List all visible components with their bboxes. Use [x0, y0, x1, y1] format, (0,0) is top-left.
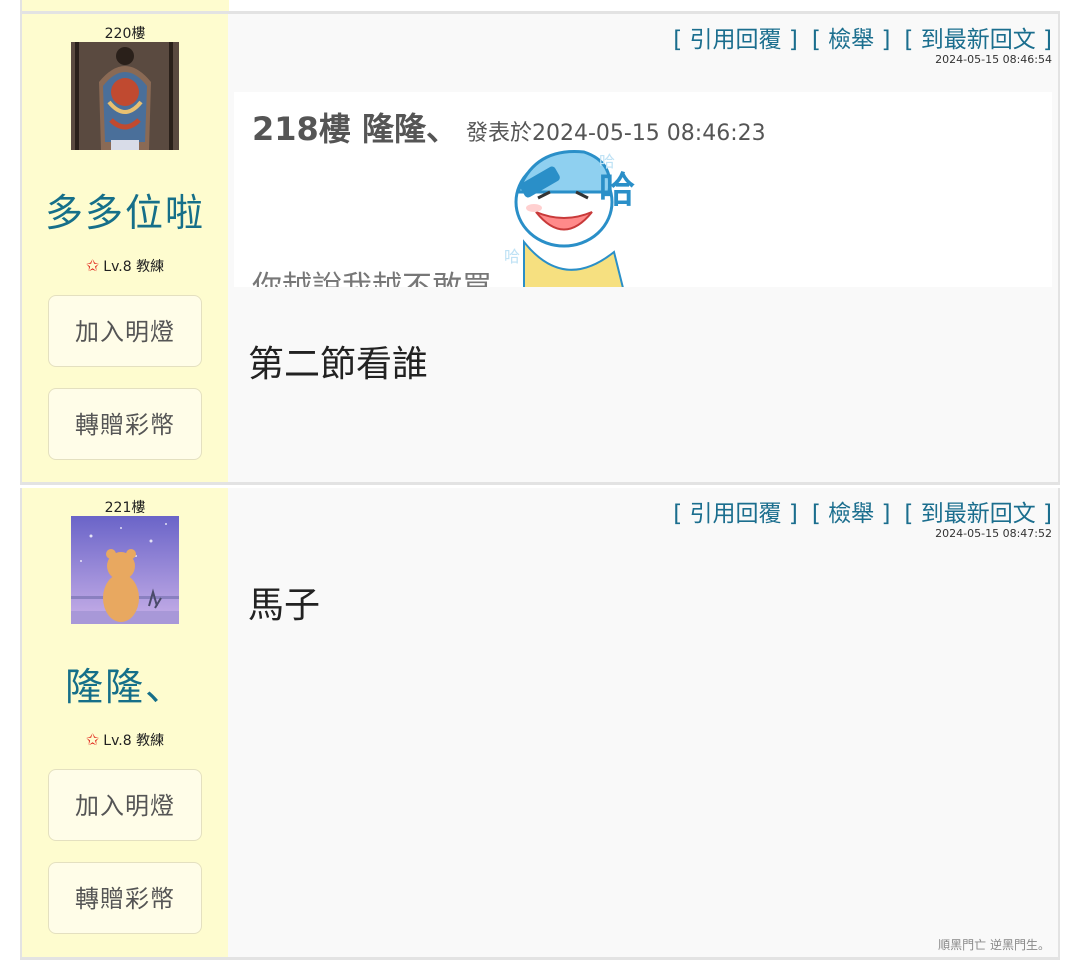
avatar[interactable]	[71, 516, 179, 624]
user-level: ✩ Lv.8 教練	[22, 256, 228, 276]
user-level-text: Lv.8 教練	[103, 259, 165, 275]
latest-reply-link[interactable]: [ 到最新回文 ]	[904, 27, 1052, 53]
star-icon: ✩	[85, 256, 100, 275]
quote-reply-link[interactable]: [ 引用回覆 ]	[673, 501, 798, 527]
user-sidebar: 220樓 多多位啦 ✩ Lv.8 教練 加入明燈 轉贈彩幣	[22, 14, 228, 482]
post-content: 馬子	[248, 585, 321, 626]
svg-text:哈: 哈	[599, 152, 615, 171]
post-221: 221樓 隆隆、 ✩ Lv.8 教練 加入明燈 轉贈彩幣 [引用回覆] […	[20, 488, 1060, 960]
previous-post-bottom	[20, 0, 1060, 14]
quote-floor-user: 218樓 隆隆、	[252, 110, 458, 148]
post-timestamp: 2024-05-15 08:47:52	[935, 527, 1052, 540]
username[interactable]: 多多位啦	[22, 182, 228, 237]
user-level-text: Lv.8 教練	[103, 733, 165, 749]
post-220: 220樓 多多位啦 ✩ Lv.8 教練 加入明燈 轉贈彩幣 [ 引用回覆 ] [ 檢…	[20, 14, 1060, 485]
report-link[interactable]: [ 檢舉 ]	[812, 501, 891, 527]
floor-number: 221樓	[104, 500, 146, 516]
user-signature: 順黑門亡 逆黑門生。	[938, 938, 1050, 952]
user-sidebar: 221樓 隆隆、 ✩ Lv.8 教練 加入明燈 轉贈彩幣	[22, 488, 228, 957]
svg-text:哈: 哈	[599, 170, 635, 211]
latest-reply-link[interactable]: [ 到最新回文 ]	[904, 501, 1052, 527]
add-lamp-button[interactable]: 加入明燈	[48, 769, 202, 841]
quote-text: 你越說我越不敢買	[252, 262, 492, 287]
add-lamp-button[interactable]: 加入明燈	[48, 295, 202, 367]
quoted-post[interactable]: 218樓 隆隆、發表於2024-05-15 08:46:23 你越說我越不敢買 …	[234, 92, 1052, 287]
user-level: ✩ Lv.8 教練	[22, 730, 228, 750]
post-actions: [ 引用回覆 ] [ 檢舉 ] [ 到最新回文 ]	[659, 494, 1052, 528]
avatar[interactable]	[71, 42, 179, 150]
laughing-sticker-icon: 哈 哈 哈	[504, 142, 664, 287]
post-actions: [ 引用回覆 ] [ 檢舉 ] [ 到最新回文 ]	[659, 20, 1052, 54]
post-timestamp: 2024-05-15 08:46:54	[935, 53, 1052, 66]
post-content: 第二節看誰	[248, 344, 429, 385]
gift-coins-button[interactable]: 轉贈彩幣	[48, 388, 202, 460]
report-link[interactable]: [ 檢舉 ]	[812, 27, 891, 53]
svg-text:哈: 哈	[504, 247, 520, 266]
username[interactable]: 隆隆、	[22, 656, 228, 711]
star-icon: ✩	[85, 730, 100, 749]
floor-number: 220樓	[104, 26, 146, 42]
gift-coins-button[interactable]: 轉贈彩幣	[48, 862, 202, 934]
quote-reply-link[interactable]: [ 引用回覆 ]	[673, 27, 798, 53]
